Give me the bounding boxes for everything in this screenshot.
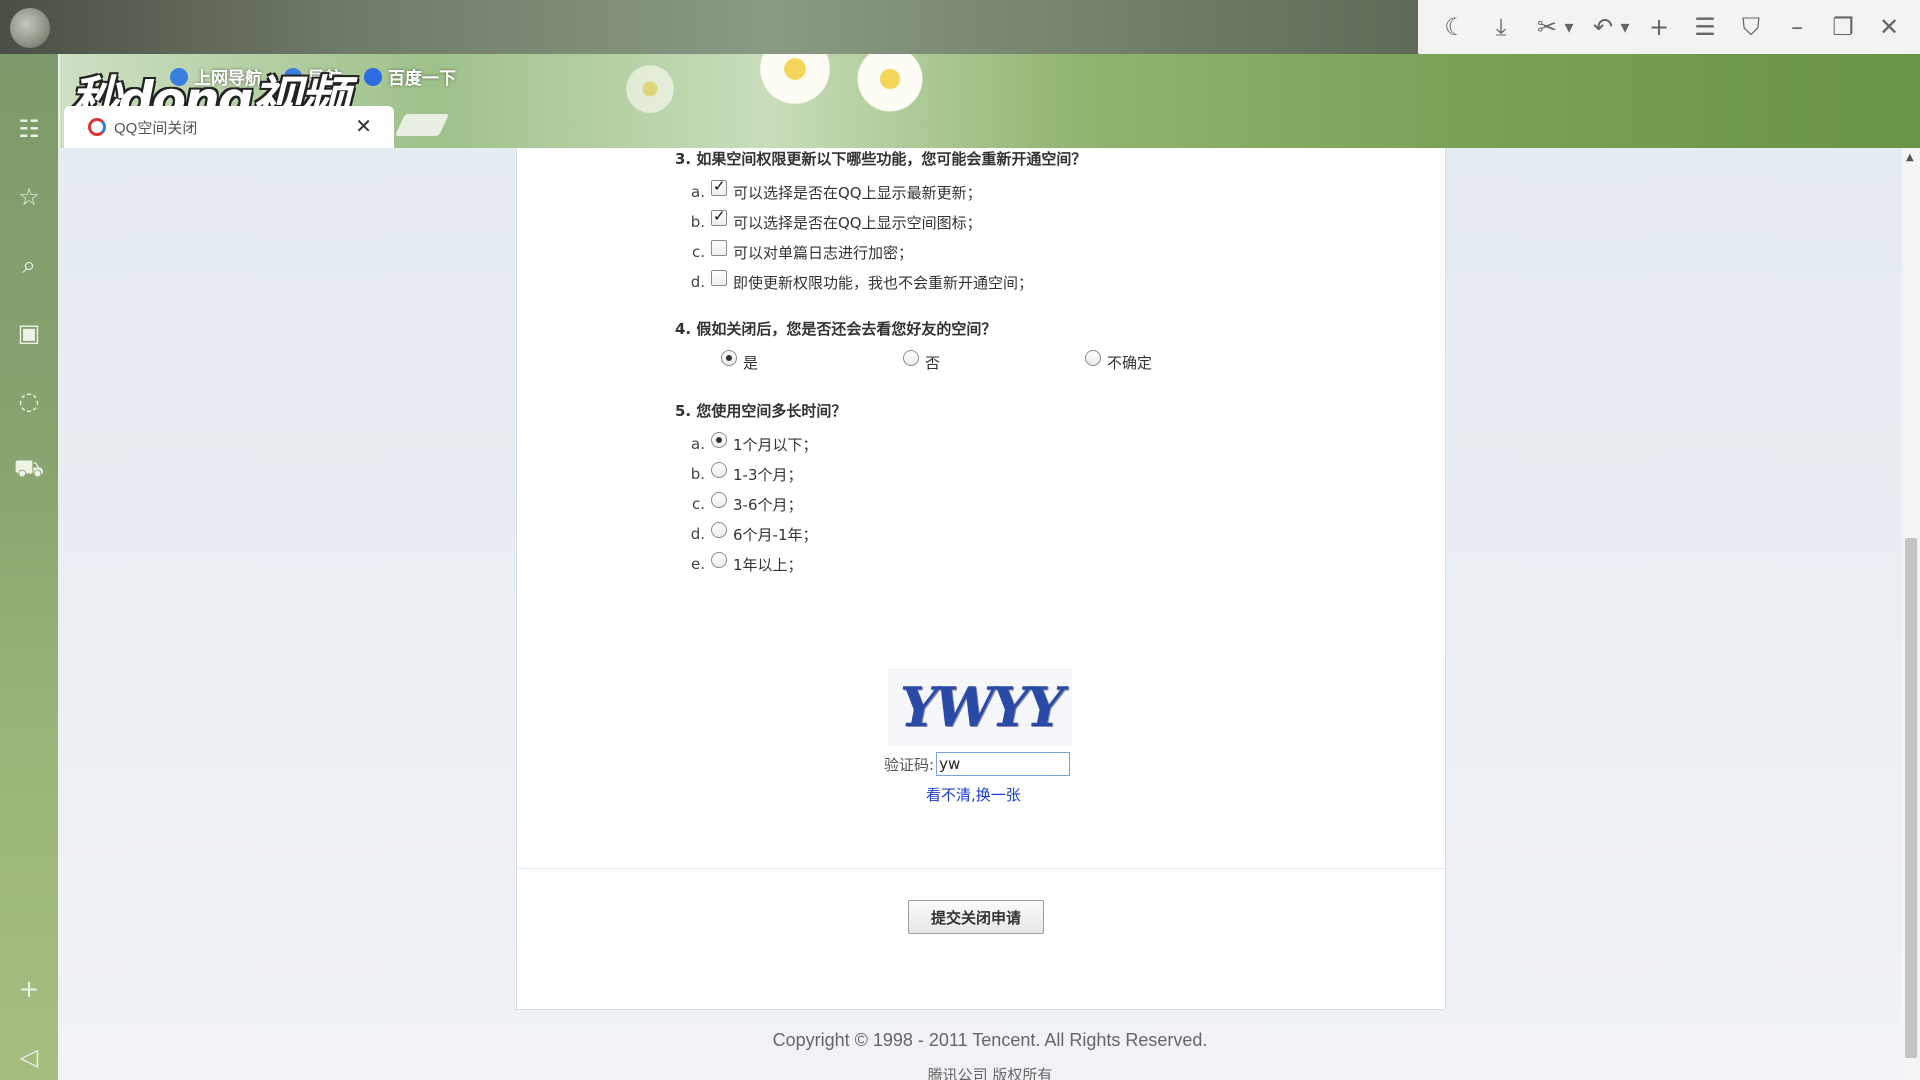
q3-checkbox-c[interactable] <box>711 240 727 256</box>
q5-option-e: e. 1年以上； <box>675 549 846 579</box>
q4-radio-no[interactable] <box>903 350 919 366</box>
option-label: 可以选择是否在QQ上显示最新更新； <box>733 183 982 202</box>
option-label: 1-3个月； <box>733 465 803 484</box>
question-3-title: 3. 如果空间权限更新以下哪些功能，您可能会重新开通空间？ <box>675 150 1087 168</box>
submit-close-request-button[interactable]: 提交关闭申请 <box>908 900 1044 934</box>
option-label: 可以选择是否在QQ上显示空间图标； <box>733 213 982 232</box>
option-label: 不确定 <box>1107 353 1153 372</box>
question-5-title: 5. 您使用空间多长时间？ <box>675 402 847 420</box>
question-4: 4. 假如关闭后，您是否还会去看您好友的空间？ 是 否 不确定 <box>675 318 1265 377</box>
star-icon[interactable]: ☆ <box>10 178 48 216</box>
q3-option-a: a. 可以选择是否在QQ上显示最新更新； <box>675 177 1086 207</box>
panel-divider <box>517 868 1445 869</box>
q3-checkbox-a[interactable] <box>711 177 727 196</box>
option-label: 即使更新权限功能，我也不会重新开通空间； <box>733 273 1034 292</box>
captcha-input[interactable] <box>936 752 1071 776</box>
option-label: 3-6个月； <box>733 495 803 514</box>
q3-option-b: b. 可以选择是否在QQ上显示空间图标； <box>675 207 1086 237</box>
scissors-dropdown-icon[interactable]: ▾ <box>1558 7 1580 47</box>
q4-option-no: 否 <box>901 347 1083 377</box>
paw-icon <box>364 67 382 86</box>
q4-options: 是 否 不确定 <box>675 347 1265 377</box>
left-sidebar: ☷ ☆ ⌕ ▣ ◌ ⛟ + ◁ <box>0 54 58 1080</box>
q5-radio-c[interactable] <box>711 492 727 508</box>
decor-flower <box>620 64 680 114</box>
window-titlebar: ☾ ⤓ ✂ ▾ ↶ ▾ + ☰ ⛉ – ❐ ✕ <box>0 0 1920 54</box>
captcha-row: 验证码: <box>884 752 1071 776</box>
option-letter: e. <box>691 555 705 573</box>
option-label: 1个月以下； <box>733 435 818 454</box>
q5-option-b: b. 1-3个月； <box>675 459 846 489</box>
decor-flower <box>750 54 840 104</box>
captcha-label: 验证码: <box>884 755 935 774</box>
option-label: 6个月-1年； <box>733 525 818 544</box>
vertical-scrollbar[interactable]: ▲ <box>1902 148 1920 1080</box>
q4-radio-yes[interactable] <box>721 350 737 366</box>
option-letter: a. <box>691 183 705 201</box>
option-label: 1年以上； <box>733 555 803 574</box>
download-icon[interactable]: ⤓ <box>1478 7 1524 47</box>
q5-radio-e[interactable] <box>711 552 727 568</box>
q4-option-unsure: 不确定 <box>1083 347 1265 377</box>
q3-checkbox-d[interactable] <box>711 270 727 286</box>
footer-company: 腾讯公司 版权所有 <box>927 1066 1053 1080</box>
menu-icon[interactable]: ☰ <box>1682 7 1728 47</box>
option-letter: d. <box>690 273 705 291</box>
q4-radio-unsure[interactable] <box>1085 350 1101 366</box>
minimize-icon[interactable]: – <box>1774 7 1820 47</box>
moon-icon[interactable]: ☾ <box>1432 7 1478 47</box>
q3-option-c: c. 可以对单篇日志进行加密； <box>675 237 1086 267</box>
chat-icon[interactable]: ◌ <box>10 382 48 420</box>
q5-option-a: a. 1个月以下； <box>675 429 846 459</box>
tab-close-icon[interactable]: ✕ <box>355 114 372 138</box>
q5-option-d: d. 6个月-1年； <box>675 519 846 549</box>
option-label: 是 <box>743 353 759 372</box>
question-4-title: 4. 假如关闭后，您是否还会去看您好友的空间？ <box>675 320 997 338</box>
captcha-image[interactable]: YWYY <box>888 668 1072 746</box>
undo-dropdown-icon[interactable]: ▾ <box>1614 7 1636 47</box>
search-icon[interactable]: ⌕ <box>10 246 48 284</box>
question-3: 3. 如果空间权限更新以下哪些功能，您可能会重新开通空间？ a. 可以选择是否在… <box>675 148 1086 297</box>
shirt-icon[interactable]: ⛉ <box>1728 7 1774 47</box>
bookmark-item[interactable]: 百度一下 <box>364 64 456 89</box>
q5-radio-b[interactable] <box>711 462 727 478</box>
q4-option-yes: 是 <box>719 347 901 377</box>
option-letter: d. <box>690 525 705 543</box>
scroll-up-icon[interactable]: ▲ <box>1906 152 1914 163</box>
option-letter: b. <box>690 465 705 483</box>
q5-option-c: c. 3-6个月； <box>675 489 846 519</box>
news-icon[interactable]: ☷ <box>10 110 48 148</box>
restore-icon[interactable]: ❐ <box>1820 7 1866 47</box>
cart-icon[interactable]: ⛟ <box>10 450 48 488</box>
question-5: 5. 您使用空间多长时间？ a. 1个月以下； b. 1-3个月； c. 3-6… <box>675 400 846 579</box>
window-controls: ☾ ⤓ ✂ ▾ ↶ ▾ + ☰ ⛉ – ❐ ✕ <box>1418 0 1920 54</box>
browser-logo[interactable] <box>10 8 50 48</box>
add-icon[interactable]: + <box>10 970 48 1008</box>
scrollbar-thumb[interactable] <box>1905 538 1917 1058</box>
footer-copyright: Copyright © 1998 - 2011 Tencent. All Rig… <box>772 1030 1208 1050</box>
decor-flower <box>850 54 930 114</box>
tab-title: QQ空间关闭 <box>114 119 198 137</box>
q5-radio-d[interactable] <box>711 522 727 538</box>
option-label: 可以对单篇日志进行加密； <box>733 243 914 262</box>
option-letter: c. <box>691 243 705 261</box>
survey-panel: 3. 如果空间权限更新以下哪些功能，您可能会重新开通空间？ a. 可以选择是否在… <box>516 148 1446 1010</box>
option-letter: b. <box>690 213 705 231</box>
captcha-refresh-link[interactable]: 看不清,换一张 <box>926 784 1021 805</box>
plus-icon[interactable]: + <box>1636 7 1682 47</box>
q3-checkbox-b[interactable] <box>711 207 727 226</box>
close-icon[interactable]: ✕ <box>1866 7 1912 47</box>
option-letter: c. <box>691 495 705 513</box>
qq-favicon-icon <box>88 118 106 136</box>
video-icon[interactable]: ▣ <box>10 314 48 352</box>
q3-option-d: d. 即使更新权限功能，我也不会重新开通空间； <box>675 267 1086 297</box>
tab-qzone-close[interactable]: QQ空间关闭 ✕ <box>64 106 394 148</box>
option-label: 否 <box>925 353 941 372</box>
option-letter: a. <box>691 435 705 453</box>
q5-radio-a[interactable] <box>711 432 727 448</box>
